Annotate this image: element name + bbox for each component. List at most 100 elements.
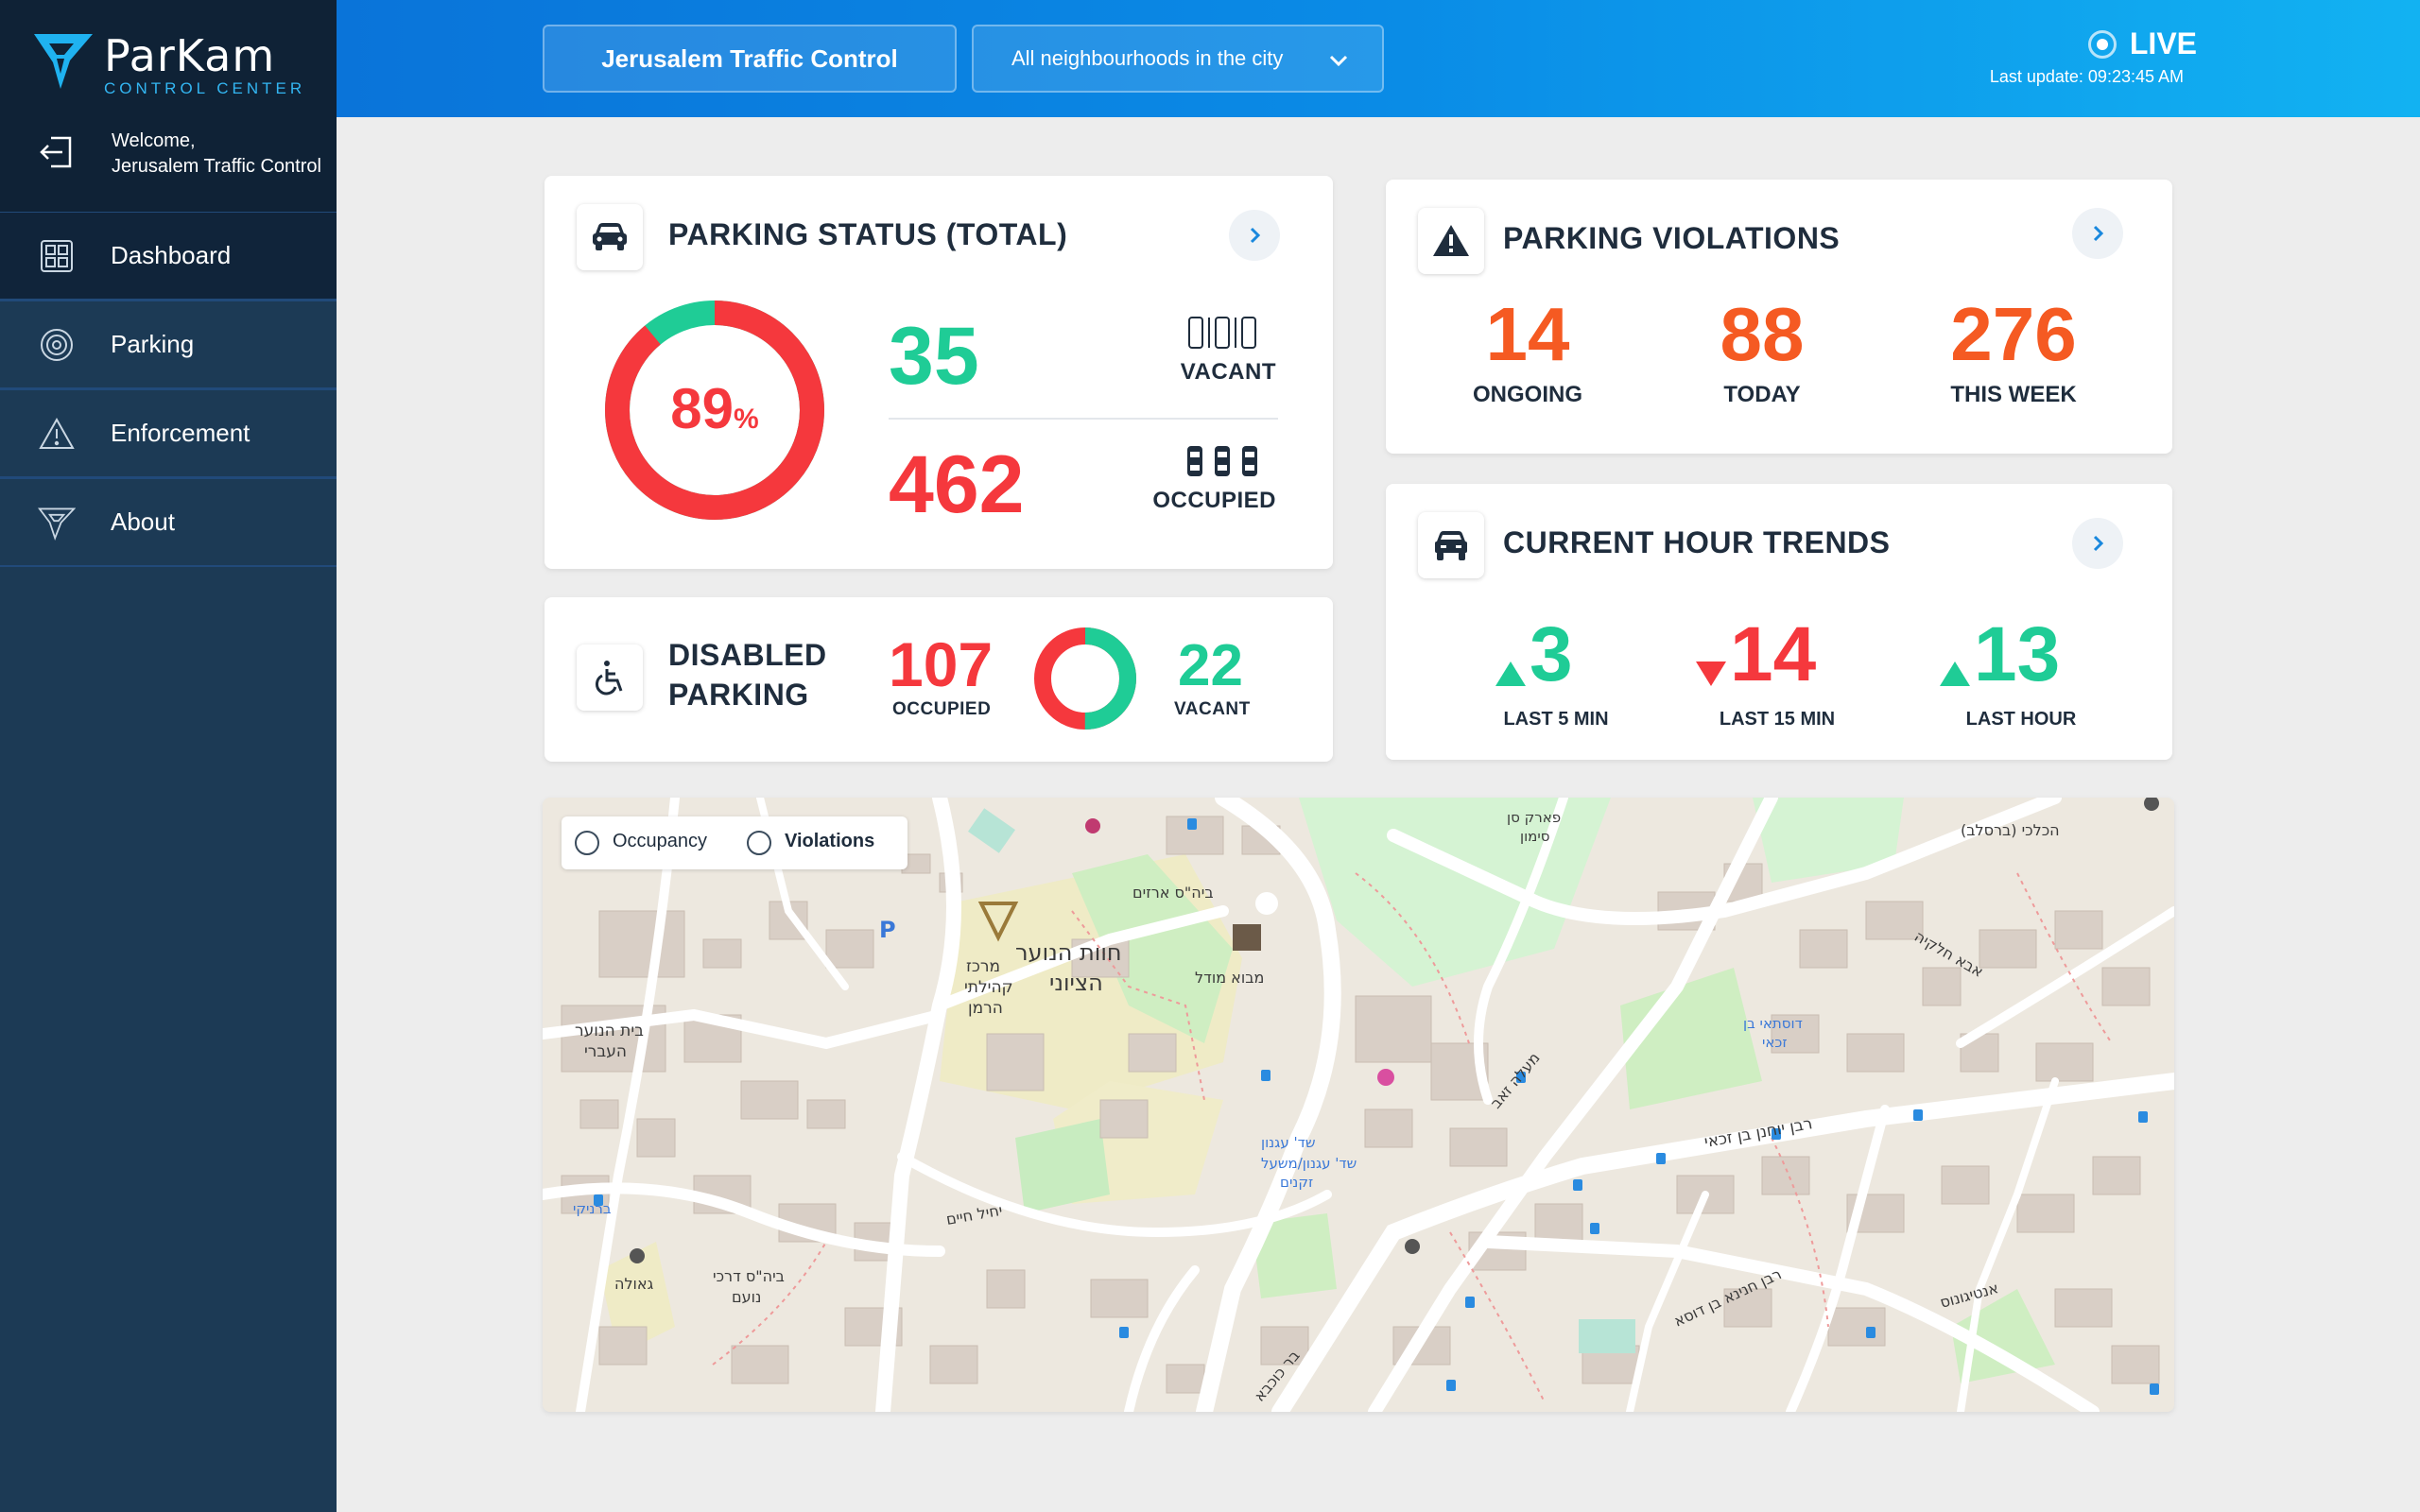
map-label: דוסתאי בן <box>1743 1015 1803 1032</box>
parking-status-title: PARKING STATUS (TOTAL) <box>668 217 1068 251</box>
violations-week: 276 THIS WEEK <box>1919 297 2108 408</box>
map-canvas[interactable]: P חוות הנוער הציוני מרכז קהילתי הרמן בית… <box>543 798 2174 1412</box>
city-map[interactable]: P חוות הנוער הציוני מרכז קהילתי הרמן בית… <box>543 798 2174 1412</box>
violations-today-label: TODAY <box>1723 382 1801 407</box>
trend-up-icon <box>1940 662 1970 686</box>
disabled-occupied-label: OCCUPIED <box>892 699 992 719</box>
trends-more-button[interactable] <box>2072 518 2123 569</box>
map-label: הכלכי (ברסלב) <box>1961 821 2060 839</box>
organization-button[interactable]: Jerusalem Traffic Control <box>543 25 957 93</box>
map-label: ביה"ס דרכי <box>713 1267 785 1285</box>
map-label: שד' עגנון/משעל <box>1261 1155 1357 1172</box>
parkam-logo-icon <box>34 34 93 89</box>
map-label: סימון <box>1520 828 1549 845</box>
parking-percent: 89% <box>601 376 828 441</box>
welcome-label: Welcome, <box>112 130 196 151</box>
car-icon <box>577 204 643 270</box>
warning-icon <box>1418 208 1484 274</box>
occupied-label: OCCUPIED <box>1152 488 1276 513</box>
map-label: העברי <box>584 1042 627 1061</box>
logout-icon[interactable] <box>38 134 74 170</box>
parking-target-icon <box>38 326 76 364</box>
parking-status-more-button[interactable] <box>1229 210 1280 261</box>
status-divider <box>889 418 1278 420</box>
map-label: מבוא מודל <box>1195 969 1264 987</box>
trend-15-label: LAST 15 MIN <box>1719 709 1836 730</box>
welcome-block: Welcome, Jerusalem Traffic Control <box>112 129 321 180</box>
map-layer-toggle: Occupancy Violations <box>562 816 908 869</box>
sidebar-nav: Dashboard Parking Enforcement About <box>0 212 337 567</box>
parkam-logo-outline-icon <box>38 504 76 541</box>
sidebar-item-parking[interactable]: Parking <box>0 301 337 389</box>
sidebar-item-label: Enforcement <box>111 419 251 447</box>
map-label: מרכז <box>966 957 1000 976</box>
sidebar-item-dashboard[interactable]: Dashboard <box>0 212 337 301</box>
violations-radio-label[interactable]: Violations <box>785 831 874 852</box>
brand-name: ParKam <box>104 30 276 81</box>
map-label: שד' עגנון <box>1261 1134 1315 1151</box>
disabled-title-line1: DISABLED <box>668 638 827 672</box>
sidebar-item-label: Dashboard <box>111 241 232 269</box>
parking-percent-value: 89 <box>670 377 735 440</box>
trend-15-value: 14 <box>1730 611 1817 697</box>
brand-logo[interactable]: ParKam CONTROL CENTER <box>32 30 316 98</box>
parking-violations-card: PARKING VIOLATIONS 14 ONGOING 88 TODAY 2… <box>1386 180 2172 454</box>
violations-week-value: 276 <box>1950 292 2077 376</box>
sidebar-item-label: Parking <box>111 330 195 358</box>
map-label: ביה"ס ארזים <box>1132 884 1214 902</box>
occupancy-radio-label[interactable]: Occupancy <box>613 831 707 852</box>
violations-today-value: 88 <box>1720 292 1805 376</box>
trend-5-label: LAST 5 MIN <box>1503 709 1609 730</box>
last-update: Last update: 09:23:45 AM <box>1989 67 2184 86</box>
trend-5-value: 3 <box>1530 611 1573 697</box>
sidebar-item-enforcement[interactable]: Enforcement <box>0 389 337 478</box>
sidebar-header: ParKam CONTROL CENTER Welcome, Jerusalem… <box>0 0 337 212</box>
occupancy-radio[interactable] <box>575 831 599 855</box>
dashboard-grid-icon <box>38 237 76 275</box>
occupied-spots-icon <box>1187 446 1257 476</box>
map-water <box>1579 1319 1635 1353</box>
sidebar-item-about[interactable]: About <box>0 478 337 567</box>
welcome-user: Jerusalem Traffic Control <box>112 156 321 177</box>
violations-today: 88 TODAY <box>1686 297 1838 408</box>
map-label: גאולה <box>614 1275 654 1293</box>
chevron-right-icon <box>1250 227 1261 244</box>
violations-ongoing-label: ONGOING <box>1472 382 1582 407</box>
map-label: בית הנוער <box>575 1022 644 1040</box>
warning-triangle-icon <box>38 415 76 453</box>
top-header: Jerusalem Traffic Control All neighbourh… <box>337 0 2420 117</box>
disabled-vacant-count: 22 <box>1178 633 1243 698</box>
map-label: חוות הנוער <box>1015 939 1122 966</box>
neighbourhood-select[interactable]: All neighbourhoods in the city <box>972 25 1384 93</box>
map-label: הרמן <box>968 999 1003 1018</box>
violations-radio[interactable] <box>747 831 771 855</box>
violations-week-label: THIS WEEK <box>1950 382 2077 407</box>
current-trends-card: CURRENT HOUR TRENDS 3 LAST 5 MIN 14 LAST… <box>1386 484 2172 760</box>
chevron-down-icon <box>1329 55 1348 67</box>
disabled-parking-title: DISABLED PARKING <box>668 635 827 714</box>
map-label: זכאי <box>1762 1034 1788 1051</box>
disabled-parking-donut <box>1034 627 1136 730</box>
map-label: קהילתי <box>964 978 1013 997</box>
live-dot-icon <box>2087 29 2117 59</box>
trend-hour-label: LAST HOUR <box>1965 709 2077 730</box>
occupied-count: 462 <box>889 439 1025 530</box>
map-label: ברניקי <box>573 1200 612 1217</box>
vacant-count: 35 <box>889 311 979 402</box>
vacant-label: VACANT <box>1180 359 1276 385</box>
trend-hour-value: 13 <box>1974 611 2061 697</box>
disabled-occupied-count: 107 <box>889 629 994 699</box>
svg-text:P: P <box>879 917 896 943</box>
neighbourhood-select-value: All neighbourhoods in the city <box>1011 46 1284 70</box>
trends-title: CURRENT HOUR TRENDS <box>1503 525 1891 559</box>
disabled-vacant-label: VACANT <box>1174 699 1251 719</box>
chevron-right-icon <box>2093 535 2104 552</box>
sidebar: ParKam CONTROL CENTER Welcome, Jerusalem… <box>0 0 337 1512</box>
violations-ongoing: 14 ONGOING <box>1452 297 1603 408</box>
brand-subtitle: CONTROL CENTER <box>104 79 306 97</box>
trend-up-icon <box>1495 662 1526 686</box>
car-front-icon <box>1418 512 1484 578</box>
violations-more-button[interactable] <box>2072 208 2123 259</box>
wheelchair-icon <box>577 644 643 711</box>
chevron-right-icon <box>2093 225 2104 242</box>
